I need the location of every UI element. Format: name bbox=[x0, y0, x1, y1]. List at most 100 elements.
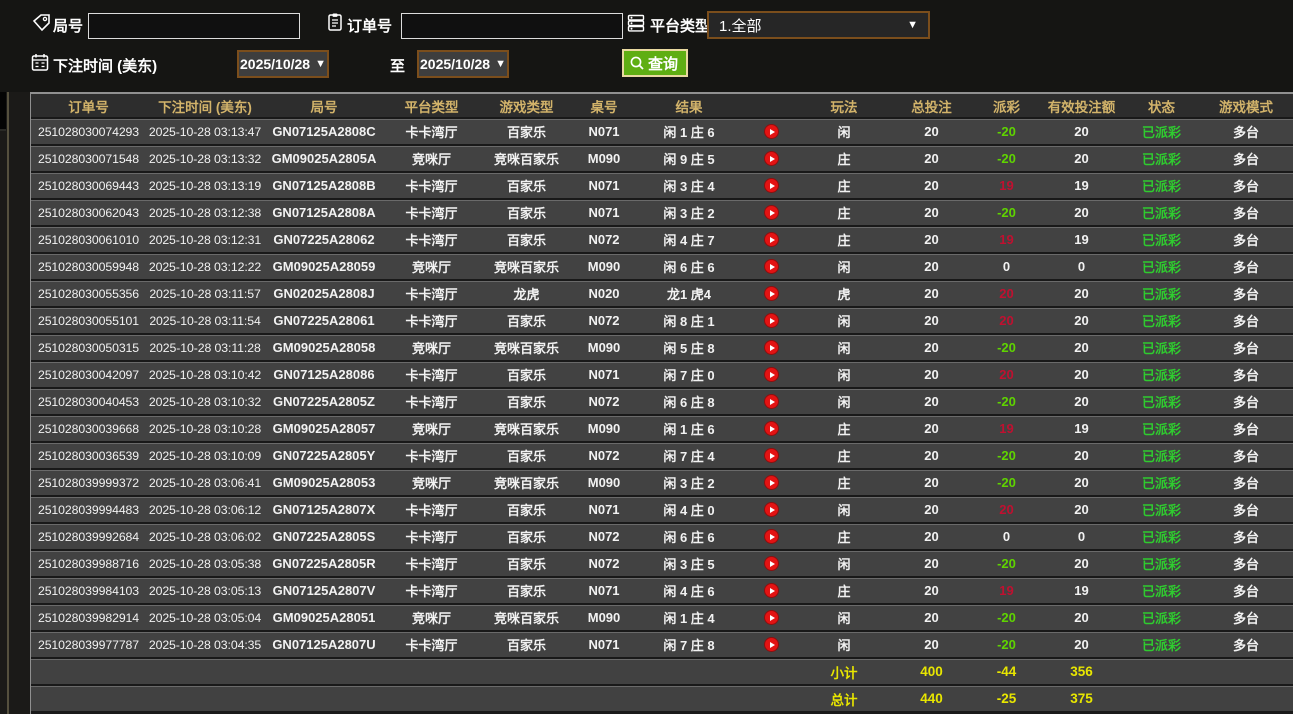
cell-valid-bet: 20 bbox=[1074, 448, 1089, 463]
play-icon[interactable] bbox=[764, 394, 779, 409]
cell-status: 已派彩 bbox=[1141, 476, 1181, 491]
cell-status: 已派彩 bbox=[1141, 530, 1181, 545]
cell-total-bet: 20 bbox=[924, 475, 939, 490]
query-button[interactable]: 查询 bbox=[622, 49, 689, 77]
play-icon[interactable] bbox=[764, 421, 779, 436]
play-icon[interactable] bbox=[764, 583, 779, 598]
cell-bet-type: 闲 bbox=[837, 314, 851, 329]
play-icon[interactable] bbox=[764, 556, 779, 571]
cell-replay bbox=[744, 529, 799, 544]
cell-valid-bet: 19 bbox=[1074, 583, 1089, 598]
cell-payout: -20 bbox=[997, 151, 1016, 166]
play-triangle bbox=[770, 209, 775, 216]
cell-bet-time: 2025-10-28 03:12:22 bbox=[148, 259, 262, 274]
cell-total-bet: 20 bbox=[924, 178, 939, 193]
cell-game-type: 百家乐 bbox=[506, 557, 546, 572]
cell-order-no: 251028039977787 bbox=[37, 637, 140, 652]
date-to-select[interactable]: 2025/10/28 ▼ bbox=[417, 50, 509, 78]
subtotal-total-bet: 400 bbox=[920, 664, 943, 679]
cell-game-no: GM09025A28051 bbox=[272, 610, 376, 625]
cell-bet-type: 虎 bbox=[837, 287, 851, 302]
cell-table-no: N072 bbox=[588, 556, 620, 571]
play-triangle bbox=[770, 533, 775, 540]
cell-bet-type: 闲 bbox=[837, 638, 851, 653]
cell-valid-bet: 19 bbox=[1074, 178, 1089, 193]
play-icon[interactable] bbox=[764, 259, 779, 274]
cell-platform-type: 卡卡湾厅 bbox=[405, 584, 458, 599]
cell-game-no: GM09025A28058 bbox=[272, 340, 376, 355]
cell-table-no: N071 bbox=[588, 124, 620, 139]
cell-bet-type: 闲 bbox=[837, 557, 851, 572]
play-icon[interactable] bbox=[764, 448, 779, 463]
play-icon[interactable] bbox=[764, 475, 779, 490]
cell-game-mode: 多台 bbox=[1232, 557, 1259, 572]
cell-status: 已派彩 bbox=[1141, 260, 1181, 275]
table-row: 251028039992684 2025-10-28 03:06:02 GN0722… bbox=[31, 522, 1293, 549]
cell-replay bbox=[744, 313, 799, 328]
play-triangle bbox=[770, 290, 775, 297]
table-row: 251028030071548 2025-10-28 03:13:32 GM0902… bbox=[31, 144, 1293, 171]
play-icon[interactable] bbox=[764, 502, 779, 517]
cell-game-mode: 多台 bbox=[1232, 584, 1259, 599]
cell-result: 闲 4 庄 6 bbox=[663, 584, 715, 599]
cell-result: 闲 6 庄 8 bbox=[663, 395, 715, 410]
play-icon[interactable] bbox=[764, 151, 779, 166]
platform-type-select[interactable]: 1.全部 ▼ bbox=[707, 11, 930, 39]
play-icon[interactable] bbox=[764, 232, 779, 247]
play-icon[interactable] bbox=[764, 637, 779, 652]
cell-result: 闲 3 庄 4 bbox=[663, 179, 715, 194]
play-icon[interactable] bbox=[764, 340, 779, 355]
cell-game-type: 竞咪百家乐 bbox=[493, 611, 559, 626]
cell-status: 已派彩 bbox=[1141, 449, 1181, 464]
cell-total-bet: 20 bbox=[924, 205, 939, 220]
cell-order-no: 251028030059948 bbox=[37, 259, 140, 274]
cell-total-bet: 20 bbox=[924, 556, 939, 571]
subtotal-row: 小计 400 -44 356 bbox=[31, 657, 1293, 684]
play-icon[interactable] bbox=[764, 367, 779, 382]
grand-total-row: 总计 440 -25 375 bbox=[31, 684, 1293, 711]
cell-table-no: N071 bbox=[588, 205, 620, 220]
cell-platform-type: 卡卡湾厅 bbox=[405, 449, 458, 464]
cell-payout: 0 bbox=[1002, 259, 1011, 274]
cell-result: 龙1 虎4 bbox=[666, 287, 712, 302]
cell-table-no: N072 bbox=[588, 529, 620, 544]
cell-table-no: N071 bbox=[588, 583, 620, 598]
cell-game-mode: 多台 bbox=[1232, 179, 1259, 194]
game-no-input[interactable] bbox=[88, 13, 300, 39]
cell-status: 已派彩 bbox=[1141, 368, 1181, 383]
play-icon[interactable] bbox=[764, 313, 779, 328]
cell-bet-time: 2025-10-28 03:11:28 bbox=[149, 340, 261, 355]
cell-platform-type: 卡卡湾厅 bbox=[405, 638, 458, 653]
play-icon[interactable] bbox=[764, 529, 779, 544]
cell-platform-type: 竞咪厅 bbox=[411, 611, 451, 626]
cell-bet-type: 闲 bbox=[837, 503, 851, 518]
cell-bet-type: 庄 bbox=[837, 152, 851, 167]
cell-platform-type: 卡卡湾厅 bbox=[405, 503, 458, 518]
cell-replay bbox=[744, 151, 799, 166]
order-no-input[interactable] bbox=[401, 13, 623, 39]
cell-game-mode: 多台 bbox=[1232, 422, 1259, 437]
cell-status: 已派彩 bbox=[1141, 611, 1181, 626]
play-triangle bbox=[770, 452, 775, 459]
cell-total-bet: 20 bbox=[924, 340, 939, 355]
play-triangle bbox=[770, 641, 775, 648]
cell-status: 已派彩 bbox=[1141, 638, 1181, 653]
caret-down-icon: ▼ bbox=[907, 19, 918, 31]
cell-payout: -20 bbox=[997, 475, 1016, 490]
play-icon[interactable] bbox=[764, 205, 779, 220]
cell-payout: -20 bbox=[997, 394, 1016, 409]
cell-order-no: 251028030071548 bbox=[37, 151, 140, 166]
play-icon[interactable] bbox=[764, 286, 779, 301]
date-from-select[interactable]: 2025/10/28 ▼ bbox=[237, 50, 329, 78]
cell-payout: -20 bbox=[997, 205, 1016, 220]
cell-game-no: GN07125A28086 bbox=[273, 367, 375, 382]
bet-time-label: 下注时间 (美东) bbox=[53, 58, 158, 75]
play-icon[interactable] bbox=[764, 178, 779, 193]
play-icon[interactable] bbox=[764, 610, 779, 625]
cell-game-no: GN07225A2805Z bbox=[273, 394, 375, 409]
cell-table-no: N071 bbox=[588, 502, 620, 517]
play-icon[interactable] bbox=[764, 124, 779, 139]
cell-replay bbox=[744, 205, 799, 220]
cell-payout: -20 bbox=[997, 448, 1016, 463]
platform-type-value: 1.全部 bbox=[719, 17, 762, 35]
